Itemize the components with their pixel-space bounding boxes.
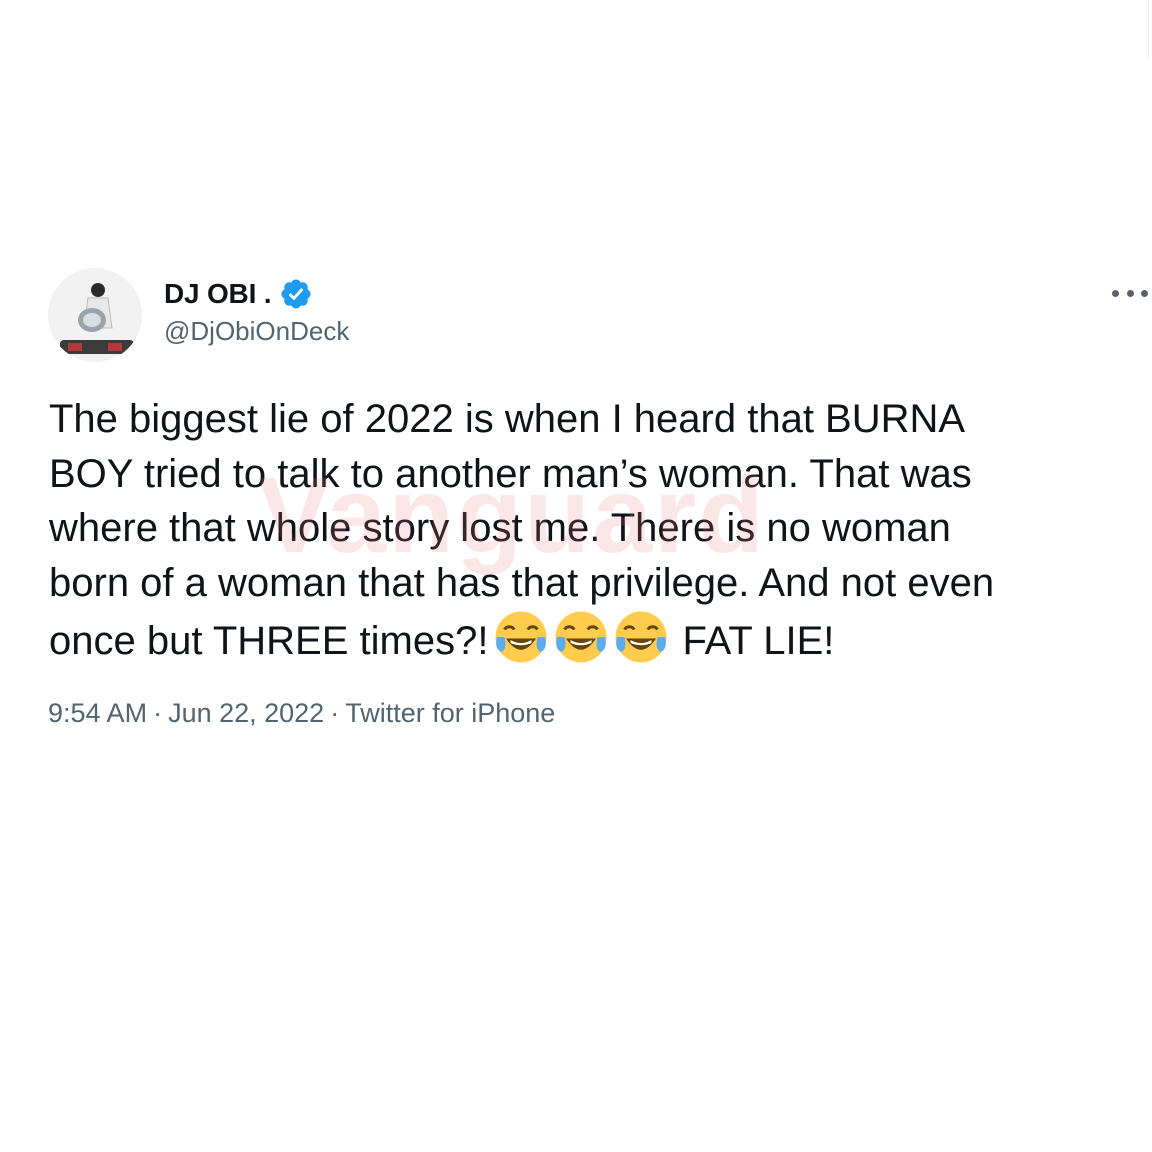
display-name[interactable]: DJ OBI . xyxy=(164,278,272,310)
tweet-text-line: BOY tried to talk to another man’s woman… xyxy=(49,451,972,496)
tweet-time[interactable]: 9:54 AM xyxy=(48,698,147,728)
separator: · xyxy=(330,698,340,728)
tweet-text: The biggest lie of 2022 is when I heard … xyxy=(49,392,1129,669)
emoji-group xyxy=(494,610,674,664)
tweet-source[interactable]: Twitter for iPhone xyxy=(345,698,555,728)
tweet-text-line: once but THREE times?! xyxy=(49,619,489,663)
face-with-tears-of-joy-icon xyxy=(495,611,547,663)
tweet-card: DJ OBI . @DjObiOnDeck The biggest lie of… xyxy=(0,0,1152,1152)
tweet-text-line: where that whole story lost me. There is… xyxy=(49,506,951,550)
tweet-text-line: FAT LIE! xyxy=(682,619,835,663)
edge-divider xyxy=(1148,0,1149,60)
separator: · xyxy=(153,698,163,728)
face-with-tears-of-joy-icon xyxy=(555,611,607,663)
tweet-text-line: born of a woman that has that privilege.… xyxy=(49,560,995,605)
face-with-tears-of-joy-icon xyxy=(615,611,667,663)
more-options-icon[interactable] xyxy=(1112,278,1148,308)
avatar[interactable] xyxy=(48,268,142,362)
tweet-date[interactable]: Jun 22, 2022 xyxy=(168,698,324,728)
avatar-image xyxy=(48,268,142,362)
verified-badge-icon xyxy=(281,279,311,309)
tweet-meta: 9:54 AM · Jun 22, 2022 · Twitter for iPhone xyxy=(48,698,555,729)
tweet-text-line: The biggest lie of 2022 is when I heard … xyxy=(49,397,966,441)
handle[interactable]: @DjObiOnDeck xyxy=(164,316,349,347)
name-row: DJ OBI . xyxy=(164,276,313,312)
